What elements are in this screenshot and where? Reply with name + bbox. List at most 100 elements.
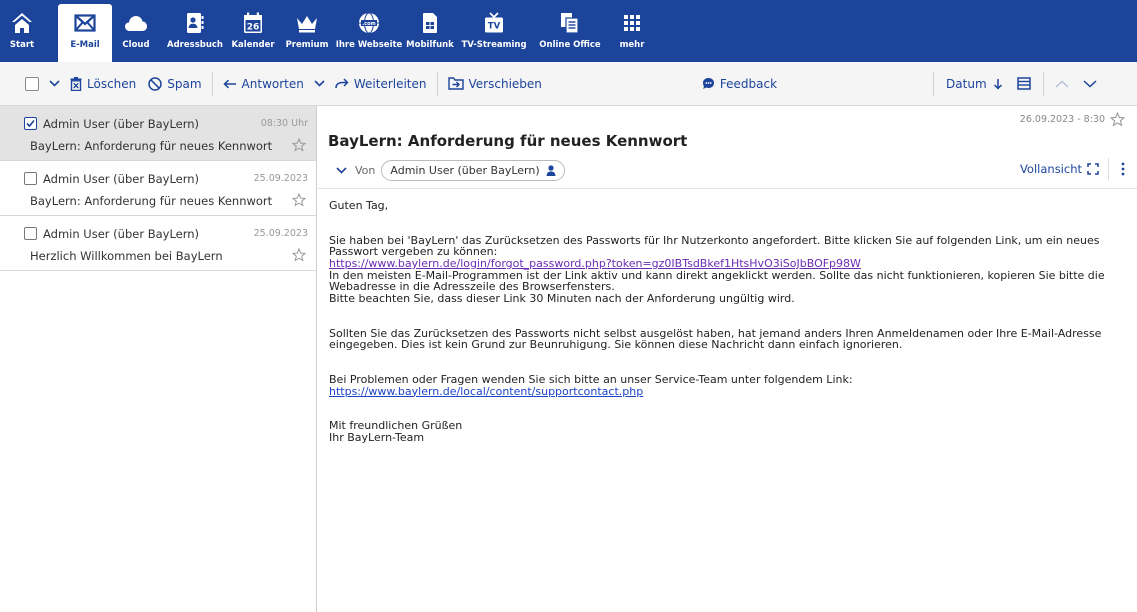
cloud-icon <box>123 10 149 36</box>
list-item[interactable]: Admin User (über BayLern) 25.09.2023 Bay… <box>0 161 316 216</box>
from-label: Von <box>355 164 376 177</box>
reading-pane: 26.09.2023 - 8:30 BayLern: Anforderung f… <box>318 106 1137 612</box>
previous-message-button[interactable] <box>1048 62 1076 106</box>
expand-icon <box>1087 163 1099 175</box>
tv-icon: TV <box>481 10 507 36</box>
select-all-checkbox[interactable] <box>0 62 45 106</box>
toolbar-divider <box>1042 71 1044 96</box>
list-item[interactable]: Admin User (über BayLern) 25.09.2023 Her… <box>0 216 316 271</box>
office-icon <box>557 10 583 36</box>
mail-toolbar: Löschen Spam Antworten Weiterleiten Vers… <box>0 62 1137 106</box>
home-icon <box>9 10 35 36</box>
nav-office[interactable]: Online Office <box>536 0 604 62</box>
nav-label-mobile: Mobilfunk <box>406 40 454 50</box>
greeting: Guten Tag, <box>329 199 389 212</box>
next-message-button[interactable] <box>1076 62 1104 106</box>
checkbox-box <box>25 76 39 91</box>
fullview-button[interactable]: Vollansicht <box>1020 162 1099 176</box>
message-header-meta: Von Admin User (über BayLern) <box>336 160 565 181</box>
nav-label-tv: TV-Streaming <box>461 40 527 50</box>
list-item[interactable]: Admin User (über BayLern) 08:30 Uhr BayL… <box>0 106 316 161</box>
header-separator <box>318 188 1137 189</box>
globe-icon: .com <box>356 10 382 36</box>
toolbar-divider <box>933 71 935 96</box>
more-options-icon[interactable] <box>1121 162 1125 176</box>
nav-more[interactable]: mehr <box>614 0 650 62</box>
nav-tv[interactable]: TV TV-Streaming <box>460 0 528 62</box>
message-date: 25.09.2023 <box>253 173 308 184</box>
nav-website[interactable]: .com Ihre Webseite <box>336 0 402 62</box>
top-navigation: Start E-Mail Cloud Adressbuch 26 Kalende… <box>0 0 1137 62</box>
message-date: 08:30 Uhr <box>260 118 308 129</box>
message-body: Guten Tag, Sie haben bei 'BayLern' das Z… <box>329 200 1119 443</box>
chevron-down-icon <box>1083 79 1097 88</box>
delete-label: Löschen <box>87 76 137 91</box>
forward-label: Weiterleiten <box>353 76 427 91</box>
chevron-down-icon[interactable] <box>336 167 347 174</box>
sim-icon <box>417 10 443 36</box>
arrow-down-icon <box>993 78 1002 90</box>
person-icon <box>546 165 556 176</box>
message-checkbox[interactable] <box>24 117 37 130</box>
reply-button[interactable]: Antworten <box>217 62 310 106</box>
message-subject: BayLern: Anforderung für neues Kennwort <box>30 139 273 153</box>
message-sender: Admin User (über BayLern) <box>43 117 200 131</box>
move-folder-icon <box>447 77 464 90</box>
layout-icon <box>1016 77 1031 90</box>
sender-chip[interactable]: Admin User (über BayLern) <box>381 160 565 181</box>
sender-name: Admin User (über BayLern) <box>390 164 540 177</box>
chevron-down-icon <box>314 80 325 87</box>
nav-cloud[interactable]: Cloud <box>114 0 158 62</box>
feedback-label: Feedback <box>719 76 778 91</box>
message-subject-heading: BayLern: Anforderung für neues Kennwort <box>328 132 688 150</box>
star-icon[interactable] <box>292 248 306 262</box>
delete-button[interactable]: Löschen <box>64 62 142 106</box>
checkmark-icon <box>26 119 35 128</box>
sort-by-date-button[interactable]: Datum <box>938 62 1009 106</box>
closing: Mit freundlichen Grüßen <box>329 419 463 433</box>
forward-button[interactable]: Weiterleiten <box>329 62 433 106</box>
crown-icon <box>294 10 320 36</box>
nav-start[interactable]: Start <box>0 0 44 62</box>
nav-label-email: E-Mail <box>70 40 100 50</box>
nav-label-start: Start <box>9 40 35 50</box>
sort-label: Datum <box>946 76 987 91</box>
message-checkbox[interactable] <box>24 227 37 240</box>
nav-addressbook[interactable]: Adressbuch <box>164 0 226 62</box>
spam-icon <box>148 76 163 91</box>
reply-options-button[interactable] <box>310 62 329 106</box>
support-contact-link[interactable]: https://www.baylern.de/local/content/sup… <box>329 385 643 398</box>
message-date: 25.09.2023 <box>253 228 308 239</box>
star-icon[interactable] <box>292 138 306 152</box>
header-divider <box>1108 158 1109 180</box>
grid-icon <box>619 10 645 36</box>
message-datetime: 26.09.2023 - 8:30 <box>1019 114 1105 125</box>
message-list: Admin User (über BayLern) 08:30 Uhr BayL… <box>0 106 317 612</box>
nav-label-website: Ihre Webseite <box>335 40 403 50</box>
mail-icon <box>72 10 98 36</box>
layout-toggle-button[interactable] <box>1009 62 1039 106</box>
nav-label-premium: Premium <box>285 40 329 50</box>
toolbar-divider <box>211 71 213 96</box>
nav-label-addressbook: Adressbuch <box>167 40 223 50</box>
select-dropdown-button[interactable] <box>45 62 64 106</box>
message-sender: Admin User (über BayLern) <box>43 172 200 186</box>
nav-calendar[interactable]: 26 Kalender <box>228 0 278 62</box>
move-button[interactable]: Verschieben <box>442 62 548 106</box>
nav-label-calendar: Kalender <box>231 40 275 50</box>
body-paragraph: Sollten Sie das Zurücksetzen des Passwor… <box>329 326 1102 352</box>
message-checkbox[interactable] <box>24 172 37 185</box>
nav-email[interactable]: E-Mail <box>58 4 112 62</box>
move-label: Verschieben <box>468 76 542 91</box>
body-paragraph: In den meisten E-Mail-Programmen ist der… <box>329 268 1105 294</box>
spam-button[interactable]: Spam <box>142 62 207 106</box>
feedback-icon <box>702 78 714 89</box>
nav-mobile[interactable]: Mobilfunk <box>406 0 454 62</box>
message-subject: BayLern: Anforderung für neues Kennwort <box>30 194 273 208</box>
nav-premium[interactable]: Premium <box>284 0 330 62</box>
feedback-button[interactable]: Feedback <box>696 62 783 106</box>
star-icon[interactable] <box>292 193 306 207</box>
star-icon[interactable] <box>1110 112 1125 127</box>
nav-label-cloud: Cloud <box>122 40 150 50</box>
spam-label: Spam <box>167 76 202 91</box>
